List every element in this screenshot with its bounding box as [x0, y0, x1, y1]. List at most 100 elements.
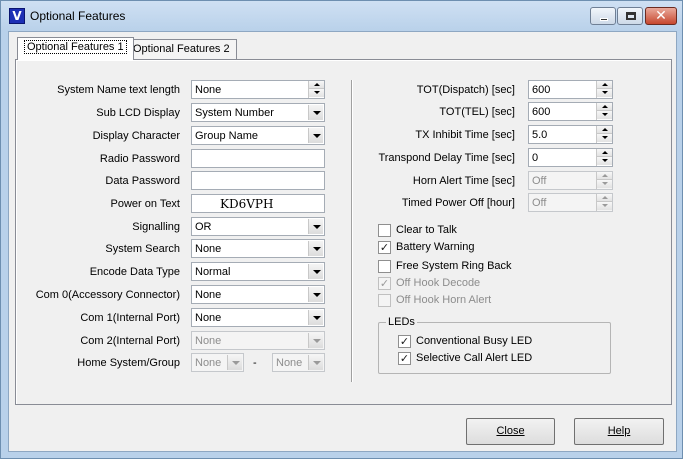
sub-lcd-display-label: Sub LCD Display	[96, 107, 180, 119]
tx-inhibit-spinner[interactable]: 5.0	[528, 125, 613, 144]
signalling-select[interactable]: OR	[191, 217, 325, 236]
spinner-buttons[interactable]	[596, 81, 612, 98]
display-character-select[interactable]: Group Name	[191, 126, 325, 145]
radio-password-input[interactable]	[191, 149, 325, 168]
data-password-label: Data Password	[105, 175, 180, 187]
spin-up-icon[interactable]	[597, 126, 612, 134]
chevron-down-icon	[227, 355, 242, 370]
checkmark-icon: ✓	[379, 241, 390, 254]
app-icon: V	[9, 8, 25, 24]
checkmark-icon: ✓	[379, 277, 390, 290]
tot-dispatch-spinner[interactable]: 600	[528, 80, 613, 99]
free-system-ring-back-checkbox[interactable]	[378, 260, 391, 273]
system-search-label: System Search	[105, 243, 180, 255]
timed-power-off-label: Timed Power Off [hour]	[401, 197, 515, 209]
chevron-down-icon[interactable]	[308, 287, 323, 302]
system-name-length-spinner[interactable]: None	[191, 80, 325, 99]
off-hook-horn-alert-label: Off Hook Horn Alert	[396, 294, 492, 306]
chevron-down-icon[interactable]	[308, 219, 323, 234]
chevron-down-icon	[308, 355, 323, 370]
maximize-button[interactable]	[617, 7, 643, 25]
system-search-select[interactable]: None	[191, 239, 325, 258]
system-name-length-label: System Name text length	[57, 84, 180, 96]
spin-down-icon[interactable]	[597, 89, 612, 97]
battery-warning-label: Battery Warning	[396, 241, 475, 253]
column-divider	[351, 80, 353, 382]
display-character-label: Display Character	[92, 130, 180, 142]
tot-tel-spinner[interactable]: 600	[528, 102, 613, 121]
checkmark-icon: ✓	[399, 352, 410, 365]
spin-up-icon	[597, 172, 612, 180]
com2-label: Com 2(Internal Port)	[80, 335, 180, 347]
horn-alert-time-spinner: Off	[528, 171, 613, 190]
selective-call-alert-led-label: Selective Call Alert LED	[416, 352, 533, 364]
close-button[interactable]: Close	[466, 418, 555, 445]
data-password-input[interactable]	[191, 171, 325, 190]
transpond-delay-spinner[interactable]: 0	[528, 148, 613, 167]
maximize-icon	[626, 12, 636, 20]
chevron-down-icon	[308, 333, 323, 348]
tot-dispatch-label: TOT(Dispatch) [sec]	[416, 84, 515, 96]
close-icon: ✕	[655, 8, 667, 24]
com1-select[interactable]: None	[191, 308, 325, 327]
window-title: Optional Features	[30, 9, 126, 23]
clear-to-talk-label: Clear to Talk	[396, 224, 457, 236]
spin-up-icon[interactable]	[309, 81, 324, 89]
home-system-group-label: Home System/Group	[77, 357, 180, 369]
home-separator: -	[253, 357, 257, 369]
spin-down-icon[interactable]	[597, 111, 612, 119]
checkmark-icon: ✓	[399, 335, 410, 348]
power-on-text-input[interactable]: KD6VPH	[191, 194, 325, 213]
spinner-buttons[interactable]	[596, 126, 612, 143]
spin-down-icon[interactable]	[309, 89, 324, 97]
home-system-select: None	[191, 353, 244, 372]
leds-groupbox	[378, 322, 611, 374]
com1-label: Com 1(Internal Port)	[80, 312, 180, 324]
spin-down-icon[interactable]	[597, 157, 612, 165]
tab-optional-features-2[interactable]: Optional Features 2	[126, 39, 237, 59]
spin-up-icon[interactable]	[597, 81, 612, 89]
spin-down-icon	[597, 202, 612, 210]
minimize-button[interactable]	[590, 7, 616, 25]
window-close-button[interactable]: ✕	[645, 7, 677, 25]
power-on-text-label: Power on Text	[110, 198, 180, 210]
conventional-busy-led-checkbox[interactable]: ✓	[398, 335, 411, 348]
optional-features-window: V Optional Features ✕ Optional Features …	[0, 0, 683, 459]
chevron-down-icon[interactable]	[308, 241, 323, 256]
conventional-busy-led-label: Conventional Busy LED	[416, 335, 533, 347]
timed-power-off-spinner: Off	[528, 193, 613, 212]
spinner-buttons[interactable]	[308, 81, 324, 98]
com0-label: Com 0(Accessory Connector)	[35, 289, 180, 301]
off-hook-horn-alert-checkbox	[378, 294, 391, 307]
tab-panel: System Name text length Sub LCD Display …	[15, 59, 672, 405]
help-button[interactable]: Help	[574, 418, 664, 445]
selective-call-alert-led-checkbox[interactable]: ✓	[398, 352, 411, 365]
spin-up-icon[interactable]	[597, 103, 612, 111]
chevron-down-icon[interactable]	[308, 105, 323, 120]
clear-to-talk-checkbox[interactable]	[378, 224, 391, 237]
title-bar[interactable]: V Optional Features ✕	[1, 1, 682, 31]
spin-down-icon	[597, 180, 612, 188]
sub-lcd-display-select[interactable]: System Number	[191, 103, 325, 122]
spinner-buttons[interactable]	[596, 149, 612, 166]
chevron-down-icon[interactable]	[308, 128, 323, 143]
encode-data-type-label: Encode Data Type	[89, 266, 180, 278]
minimize-icon	[600, 18, 608, 21]
spin-up-icon[interactable]	[597, 149, 612, 157]
battery-warning-checkbox[interactable]: ✓	[378, 241, 391, 254]
spinner-buttons[interactable]	[596, 103, 612, 120]
off-hook-decode-checkbox: ✓	[378, 277, 391, 290]
chevron-down-icon[interactable]	[308, 310, 323, 325]
horn-alert-time-label: Horn Alert Time [sec]	[412, 175, 515, 187]
com0-select[interactable]: None	[191, 285, 325, 304]
home-group-select: None	[272, 353, 325, 372]
off-hook-decode-label: Off Hook Decode	[396, 277, 481, 289]
leds-group-title: LEDs	[386, 316, 417, 328]
dialog-client-area: Optional Features 1 Optional Features 2 …	[8, 31, 677, 452]
com2-select: None	[191, 331, 325, 350]
tab-optional-features-1[interactable]: Optional Features 1	[17, 37, 134, 60]
free-system-ring-back-label: Free System Ring Back	[396, 260, 512, 272]
chevron-down-icon[interactable]	[308, 264, 323, 279]
spin-down-icon[interactable]	[597, 134, 612, 142]
encode-data-type-select[interactable]: Normal	[191, 262, 325, 281]
